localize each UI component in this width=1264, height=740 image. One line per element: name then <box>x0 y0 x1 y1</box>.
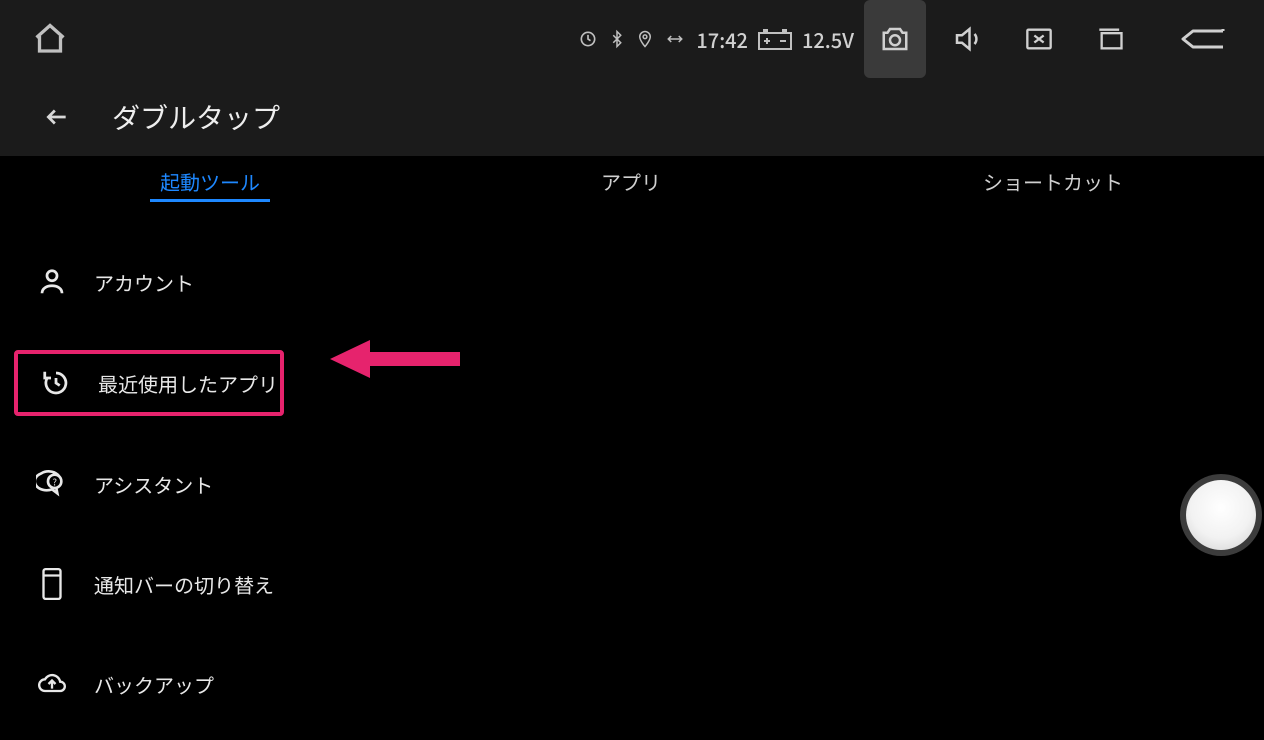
tab-label: アプリ <box>601 167 661 196</box>
battery-indicator: 12.5V <box>758 25 854 54</box>
list-item-backup[interactable]: バックアップ <box>14 634 1264 734</box>
panel-icon <box>32 564 72 604</box>
recents-button[interactable] <box>1080 8 1142 70</box>
data-transfer-icon <box>664 30 686 48</box>
arrow-left-icon <box>42 104 72 130</box>
svg-text:?: ? <box>52 474 56 488</box>
tab-bar: 起動ツール アプリ ショートカット <box>0 156 1264 206</box>
assistant-icon: ? <box>32 464 72 504</box>
page-header: ダブルタップ <box>0 78 1264 156</box>
recents-icon <box>1094 25 1128 53</box>
account-icon <box>32 262 72 302</box>
page-title: ダブルタップ <box>112 97 280 137</box>
clock-time: 17:42 <box>696 25 748 54</box>
tab-label: ショートカット <box>983 167 1123 196</box>
list-item-label: 最近使用したアプリ <box>98 369 278 398</box>
recent-icon <box>36 363 76 403</box>
back-arrow-icon <box>1179 24 1227 54</box>
car-battery-icon <box>758 28 794 50</box>
voltage-value: 12.5V <box>802 25 854 54</box>
volume-button[interactable] <box>936 8 998 70</box>
home-icon[interactable] <box>30 21 70 57</box>
list-item-assistant[interactable]: ? アシスタント <box>14 434 1264 534</box>
list-item-label: アカウント <box>94 268 194 297</box>
list-item-account[interactable]: アカウント <box>14 232 1264 332</box>
list-item-label: 通知バーの切り替え <box>94 570 274 599</box>
back-nav-button[interactable] <box>1172 8 1234 70</box>
back-button[interactable] <box>42 104 72 130</box>
sync-icon <box>578 29 598 49</box>
status-bar: 17:42 12.5V <box>0 0 1264 78</box>
tab-label: 起動ツール <box>160 167 260 196</box>
tab-apps[interactable]: アプリ <box>420 167 842 196</box>
tab-launch-tools[interactable]: 起動ツール <box>0 167 420 196</box>
list-item-recent-apps[interactable]: 最近使用したアプリ <box>14 350 284 416</box>
tab-shortcuts[interactable]: ショートカット <box>842 167 1264 196</box>
camera-icon <box>878 24 912 54</box>
location-icon <box>636 28 654 50</box>
list-item-notification-toggle[interactable]: 通知バーの切り替え <box>14 534 1264 634</box>
screen-off-button[interactable] <box>1008 8 1070 70</box>
backup-icon <box>32 664 72 704</box>
list-item-label: アシスタント <box>94 470 213 499</box>
list-item-label: バックアップ <box>94 670 214 699</box>
option-list: アカウント 最近使用したアプリ ? アシスタント 通知バーの切り替え <box>0 232 1264 734</box>
screenshot-button[interactable] <box>864 0 926 78</box>
floating-assist-button[interactable] <box>1186 480 1256 550</box>
close-box-icon <box>1022 25 1056 53</box>
bluetooth-icon <box>608 28 626 50</box>
volume-icon <box>950 24 984 54</box>
